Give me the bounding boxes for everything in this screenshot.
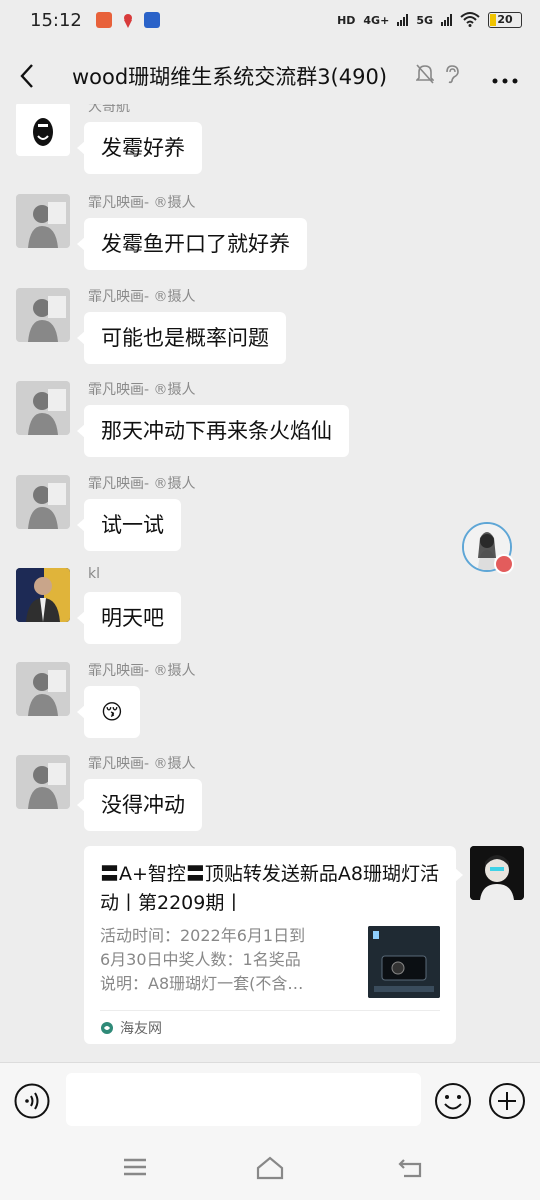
- sender-name: 霏凡映画- ®摄人: [88, 195, 196, 211]
- share-card-title: 〓A+智控〓顶贴转发送新品A8珊瑚灯活动丨第2209期丨: [100, 863, 440, 914]
- share-card-thumbnail: [368, 926, 440, 998]
- mute-bell-icon: [415, 64, 435, 88]
- title-bar: wood珊瑚维生系统交流群3(490): [0, 48, 540, 104]
- share-card[interactable]: 〓A+智控〓顶贴转发送新品A8珊瑚灯活动丨第2209期丨 活动时间：2022年6…: [84, 846, 463, 1044]
- message-bubble[interactable]: 没得冲动: [77, 779, 202, 831]
- plus-icon: [489, 1083, 525, 1119]
- message-input[interactable]: [66, 1073, 421, 1126]
- system-nav-bar: [0, 1138, 540, 1200]
- source-logo-icon: [101, 1022, 113, 1034]
- more-actions-button[interactable]: [488, 1082, 526, 1124]
- wifi-icon: [460, 11, 480, 30]
- recents-button[interactable]: [122, 1156, 148, 1182]
- avatar[interactable]: [16, 568, 70, 622]
- signal-icon-2: [441, 14, 452, 26]
- battery-icon: 20: [488, 12, 522, 28]
- status-bar: 15:12 HD 4G+ 5G 20: [0, 0, 540, 40]
- sender-name: 霏凡映画- ®摄人: [88, 476, 196, 492]
- chat-title: wood珊瑚维生系统交流群3(490): [72, 65, 388, 89]
- sender-name: 霏凡映画- ®摄人: [88, 663, 196, 679]
- back-button[interactable]: [0, 48, 54, 104]
- 4g-label: 4G+: [363, 13, 390, 27]
- message-bubble[interactable]: 发霉好养: [77, 122, 202, 174]
- more-button[interactable]: [492, 62, 518, 90]
- share-card-description: 活动时间：2022年6月1日到 6月30日中奖人数：1名奖品 说明：A8珊瑚灯一…: [100, 924, 340, 996]
- avatar[interactable]: [16, 288, 70, 342]
- home-button[interactable]: [255, 1156, 285, 1184]
- avatar[interactable]: [16, 755, 70, 809]
- share-card-source: 海友网: [100, 1018, 162, 1038]
- divider: [100, 1010, 440, 1011]
- sender-name: 霏凡映画- ®摄人: [88, 289, 196, 305]
- message-bubble[interactable]: 试一试: [77, 499, 181, 551]
- hd-label: HD: [337, 13, 356, 27]
- battery-level: 20: [497, 13, 513, 26]
- share-card-source-name: 海友网: [120, 1021, 162, 1037]
- message-bubble[interactable]: 😚: [77, 686, 140, 738]
- emoji-button[interactable]: [434, 1082, 472, 1124]
- 5g-label: 5G: [416, 13, 433, 27]
- return-icon: [398, 1159, 422, 1178]
- browser-notification-icon: [143, 12, 160, 28]
- voice-input-button[interactable]: [14, 1083, 50, 1123]
- self-avatar[interactable]: [470, 846, 524, 900]
- sender-name: 霏凡映画- ®摄人: [88, 382, 196, 398]
- avatar[interactable]: [16, 194, 70, 248]
- avatar[interactable]: [16, 662, 70, 716]
- avatar[interactable]: [16, 381, 70, 435]
- message-bubble[interactable]: 可能也是概率问题: [77, 312, 286, 364]
- ear-icon: [444, 64, 460, 88]
- location-notification-icon: [120, 12, 136, 28]
- avatar[interactable]: [16, 475, 70, 529]
- home-icon: [256, 1156, 284, 1180]
- avatar[interactable]: [16, 104, 70, 156]
- share-card-desc-line: 活动时间：2022年6月1日到: [100, 926, 306, 945]
- sender-name: 大哥航: [88, 104, 130, 115]
- back-icon: [20, 64, 33, 88]
- message-bubble[interactable]: 那天冲动下再来条火焰仙: [77, 405, 349, 457]
- input-bar: [0, 1062, 540, 1138]
- back-nav-button[interactable]: [398, 1156, 426, 1184]
- share-card-desc-line: 说明：A8珊瑚灯一套(不含…: [100, 974, 304, 993]
- app-notification-icon: [95, 12, 112, 28]
- sender-name: 霏凡映画- ®摄人: [88, 756, 196, 772]
- floating-window-badge: [494, 554, 514, 574]
- emoji-icon: [435, 1083, 471, 1119]
- more-icon: [492, 78, 518, 84]
- menu-icon: [124, 1158, 146, 1176]
- share-card-desc-line: 6月30日中奖人数：1名奖品: [100, 950, 301, 969]
- sender-name: kl: [88, 566, 100, 582]
- message-bubble[interactable]: 发霉鱼开口了就好养: [77, 218, 307, 270]
- signal-icon: [397, 14, 409, 26]
- message-bubble[interactable]: 明天吧: [77, 592, 181, 644]
- message-list[interactable]: 大哥航 发霉好养 霏凡映画- ®摄人 发霉鱼开口了就好养 霏凡映画- ®摄人 可…: [0, 104, 540, 1060]
- voice-icon: [14, 1083, 50, 1119]
- status-time: 15:12: [30, 9, 82, 31]
